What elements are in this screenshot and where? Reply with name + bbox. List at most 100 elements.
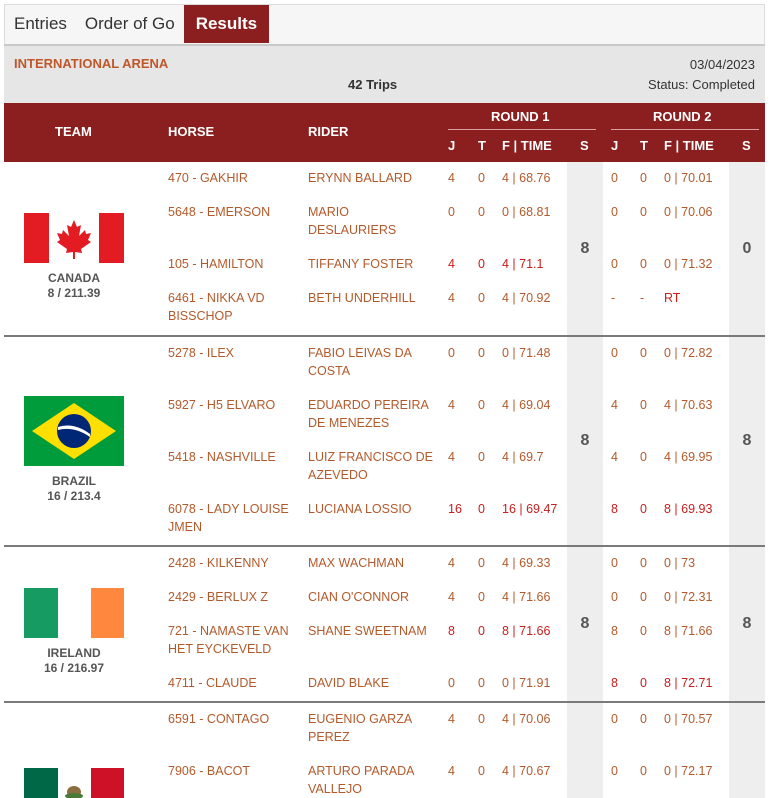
r2-time-faults: 0 (640, 171, 647, 185)
round-1-team-score: 8 (567, 162, 603, 335)
team-total: 16 / 213.4 (47, 489, 101, 503)
tab-order-of-go[interactable]: Order of Go (76, 5, 184, 43)
rider-link[interactable]: ARTURO PARADA VALLEJO (308, 762, 436, 798)
team-info (4, 768, 144, 798)
r1-time-faults: 0 (478, 556, 485, 570)
team-name: CANADA (48, 271, 100, 285)
horse-link[interactable]: 470 - GAKHIR (168, 169, 298, 187)
r1-faults-time: 0 | 68.81 (502, 205, 551, 219)
horse-link[interactable]: 7906 - BACOT (168, 762, 298, 780)
class-status: Status: Completed (648, 77, 755, 92)
r1-jumping-faults: 0 (448, 205, 455, 219)
team-block-canada: 8 0 CANADA 8 / 211.39 470 - GAKHIR ERYNN… (4, 162, 765, 337)
r1-faults-time: 4 | 70.67 (502, 764, 551, 778)
r1-faults-time: 4 | 71.66 (502, 590, 551, 604)
r2-jumping-faults: 0 (611, 205, 618, 219)
r2-time-faults: 0 (640, 624, 647, 638)
rider-link[interactable]: ERYNN BALLARD (308, 169, 436, 187)
team-block-brazil: 8 8 BRAZIL 16 / 213.4 5278 - ILEX FABIO … (4, 337, 765, 547)
r2-jumping-faults: 0 (611, 556, 618, 570)
rider-link[interactable]: EUGENIO GARZA PEREZ (308, 710, 436, 746)
round-2-team-score: 0 (729, 162, 765, 335)
horse-link[interactable]: 721 - NAMASTE VAN HET EYCKEVELD (168, 622, 298, 658)
rider-link[interactable]: MARIO DESLAURIERS (308, 203, 436, 239)
team-info: CANADA 8 / 211.39 (4, 213, 144, 300)
results-tabs: Entries Order of Go Results (4, 4, 765, 44)
horse-link[interactable]: 5278 - ILEX (168, 344, 298, 362)
rider-link[interactable]: BETH UNDERHILL (308, 289, 436, 307)
team-info: IRELAND 16 / 216.97 (4, 588, 144, 675)
r2-jumping-faults: 0 (611, 257, 618, 271)
r2-faults-time: 0 | 70.06 (664, 205, 713, 219)
arena-name: INTERNATIONAL ARENA (14, 56, 169, 71)
rider-link[interactable]: CIAN O'CONNOR (308, 588, 436, 606)
r2-jumping-faults: 0 (611, 712, 618, 726)
r1-faults-time: 4 | 69.04 (502, 398, 551, 412)
r1-time-faults: 0 (478, 398, 485, 412)
rider-link[interactable]: DAVID BLAKE (308, 674, 436, 692)
tab-results[interactable]: Results (183, 5, 270, 43)
horse-link[interactable]: 105 - HAMILTON (168, 255, 298, 273)
r1-faults-time: 4 | 69.7 (502, 450, 544, 464)
round-1-divider (448, 129, 596, 130)
header-team: TEAM (55, 124, 92, 139)
r1-time-faults: 0 (478, 171, 485, 185)
r1-faults-time: 0 | 71.91 (502, 676, 551, 690)
team-name: BRAZIL (52, 474, 96, 488)
team-total: 8 / 211.39 (47, 286, 101, 300)
rider-link[interactable]: SHANE SWEETNAM (308, 622, 436, 640)
horse-link[interactable]: 5418 - NASHVILLE (168, 448, 298, 466)
header-j-r1: J (448, 138, 456, 153)
header-ftime-r1: F | TIME (502, 138, 552, 153)
round-2-team-score: 8 (729, 547, 765, 701)
header-s-r2: S (742, 138, 751, 153)
horse-link[interactable]: 6591 - CONTAGO (168, 710, 298, 728)
r1-jumping-faults: 4 (448, 556, 455, 570)
r1-faults-time: 4 | 68.76 (502, 171, 551, 185)
r2-faults-time: 8 | 71.66 (664, 624, 713, 638)
r1-time-faults: 0 (478, 676, 485, 690)
horse-link[interactable]: 2428 - KILKENNY (168, 554, 298, 572)
r1-jumping-faults: 4 (448, 257, 455, 271)
r2-faults-time: 0 | 72.31 (664, 590, 713, 604)
r2-time-faults: 0 (640, 676, 647, 690)
rider-link[interactable]: MAX WACHMAN (308, 554, 436, 572)
horse-link[interactable]: 5648 - EMERSON (168, 203, 298, 221)
r1-jumping-faults: 4 (448, 712, 455, 726)
team-info: BRAZIL 16 / 213.4 (4, 396, 144, 503)
r1-time-faults: 0 (478, 291, 485, 305)
r1-time-faults: 0 (478, 257, 485, 271)
r2-jumping-faults: 8 (611, 676, 618, 690)
rider-link[interactable]: LUCIANA LOSSIO (308, 500, 436, 518)
r2-time-faults: 0 (640, 590, 647, 604)
horse-link[interactable]: 5927 - H5 ELVARO (168, 396, 298, 414)
horse-link[interactable]: 4711 - CLAUDE (168, 674, 298, 692)
horse-link[interactable]: 6461 - NIKKA VD BISSCHOP (168, 289, 298, 325)
horse-link[interactable]: 6078 - LADY LOUISE JMEN (168, 500, 298, 536)
rider-link[interactable]: FABIO LEIVAS DA COSTA (308, 344, 436, 380)
r2-faults-time: 0 | 71.32 (664, 257, 713, 271)
r2-faults-time: 0 | 72.82 (664, 346, 713, 360)
rider-link[interactable]: LUIZ FRANCISCO DE AZEVEDO (308, 448, 436, 484)
r1-faults-time: 4 | 70.92 (502, 291, 551, 305)
class-info-bar: INTERNATIONAL ARENA 42 Trips 03/04/2023 … (4, 44, 765, 103)
header-round-2: ROUND 2 (653, 109, 712, 124)
r2-faults-time: RT (664, 291, 681, 305)
r2-time-faults: 0 (640, 712, 647, 726)
class-date: 03/04/2023 (689, 57, 755, 72)
header-t-r2: T (640, 138, 648, 153)
rider-link[interactable]: TIFFANY FOSTER (308, 255, 436, 273)
r1-jumping-faults: 4 (448, 291, 455, 305)
tab-entries[interactable]: Entries (5, 5, 76, 43)
r2-jumping-faults: - (611, 291, 616, 305)
r1-time-faults: 0 (478, 590, 485, 604)
r2-time-faults: 0 (640, 764, 647, 778)
r1-time-faults: 0 (478, 502, 485, 516)
r1-faults-time: 0 | 71.48 (502, 346, 551, 360)
r2-faults-time: 0 | 70.01 (664, 171, 713, 185)
rider-link[interactable]: EDUARDO PEREIRA DE MENEZES (308, 396, 436, 432)
r2-time-faults: 0 (640, 556, 647, 570)
r1-jumping-faults: 4 (448, 590, 455, 604)
results-table-header: TEAM HORSE RIDER ROUND 1 ROUND 2 J T F |… (4, 103, 765, 162)
horse-link[interactable]: 2429 - BERLUX Z (168, 588, 298, 606)
